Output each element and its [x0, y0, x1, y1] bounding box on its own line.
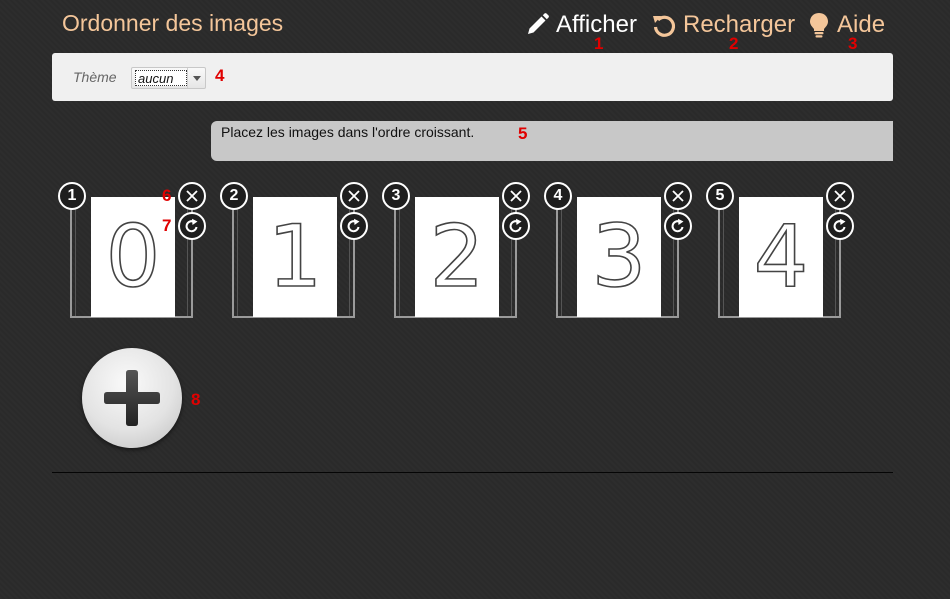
rotate-icon	[347, 218, 360, 233]
reload-icon	[653, 15, 676, 37]
delete-button[interactable]	[826, 182, 854, 210]
rotate-button[interactable]	[502, 212, 530, 240]
marker-add: 8	[191, 390, 201, 409]
close-icon	[348, 190, 360, 202]
rotate-button[interactable]	[664, 212, 692, 240]
image-card[interactable]: 4 5	[706, 182, 854, 322]
divider	[52, 472, 893, 473]
card-number-badge: 1	[58, 182, 86, 210]
recharger-label: Recharger	[683, 11, 796, 38]
rotate-button[interactable]	[178, 212, 206, 240]
chevron-down-icon	[187, 68, 205, 88]
rotate-icon	[833, 218, 846, 233]
rotate-icon	[185, 218, 198, 233]
close-icon	[834, 190, 846, 202]
recharger-button[interactable]: Recharger	[651, 9, 795, 41]
top-nav: Afficher Recharger Aide	[0, 9, 950, 43]
rotate-icon	[509, 218, 522, 233]
marker-afficher: 1	[594, 34, 604, 53]
marker-theme: 4	[215, 66, 225, 85]
delete-button[interactable]	[664, 182, 692, 210]
card-number-badge: 4	[544, 182, 572, 210]
card-digit: 1	[267, 207, 323, 307]
rotate-icon	[671, 218, 684, 233]
image-card[interactable]: 0 1	[58, 182, 206, 322]
marker-recharger: 2	[729, 34, 739, 53]
card-number-badge: 3	[382, 182, 410, 210]
marker-delete: 6	[162, 186, 172, 205]
close-icon	[510, 190, 522, 202]
aide-label: Aide	[837, 11, 886, 38]
card-digit: 2	[429, 207, 485, 307]
card-image[interactable]: 2	[415, 197, 499, 317]
card-digit: 4	[753, 207, 809, 307]
card-number-badge: 5	[706, 182, 734, 210]
theme-label: Thème	[73, 69, 117, 85]
image-card[interactable]: 3 4	[544, 182, 692, 322]
theme-select-value: aucun	[135, 70, 187, 86]
delete-button[interactable]	[502, 182, 530, 210]
close-icon	[672, 190, 684, 202]
aide-button[interactable]: Aide	[807, 9, 885, 41]
rotate-button[interactable]	[340, 212, 368, 240]
card-image[interactable]: 1	[253, 197, 337, 317]
afficher-button[interactable]: Afficher	[524, 9, 637, 41]
lightbulb-icon	[810, 13, 828, 38]
theme-select[interactable]: aucun	[131, 67, 206, 89]
pencil-icon	[528, 13, 549, 34]
card-number-badge: 2	[220, 182, 248, 210]
delete-button[interactable]	[340, 182, 368, 210]
theme-toolbar: Thème aucun 4	[52, 53, 893, 101]
marker-aide: 3	[848, 34, 858, 53]
card-image[interactable]: 0	[91, 197, 175, 317]
card-digit: 3	[591, 207, 647, 307]
card-image[interactable]: 4	[739, 197, 823, 317]
close-icon	[186, 190, 198, 202]
image-card[interactable]: 2 3	[382, 182, 530, 322]
delete-button[interactable]	[178, 182, 206, 210]
image-card[interactable]: 1 2	[220, 182, 368, 322]
plus-icon	[104, 370, 160, 426]
rotate-button[interactable]	[826, 212, 854, 240]
instruction-banner: Placez les images dans l'ordre croissant…	[211, 121, 893, 161]
marker-instruction: 5	[518, 124, 528, 143]
add-image-button[interactable]	[82, 348, 182, 448]
card-digit: 0	[105, 207, 161, 307]
instruction-text: Placez les images dans l'ordre croissant…	[221, 124, 475, 140]
marker-rotate: 7	[162, 216, 172, 235]
card-image[interactable]: 3	[577, 197, 661, 317]
